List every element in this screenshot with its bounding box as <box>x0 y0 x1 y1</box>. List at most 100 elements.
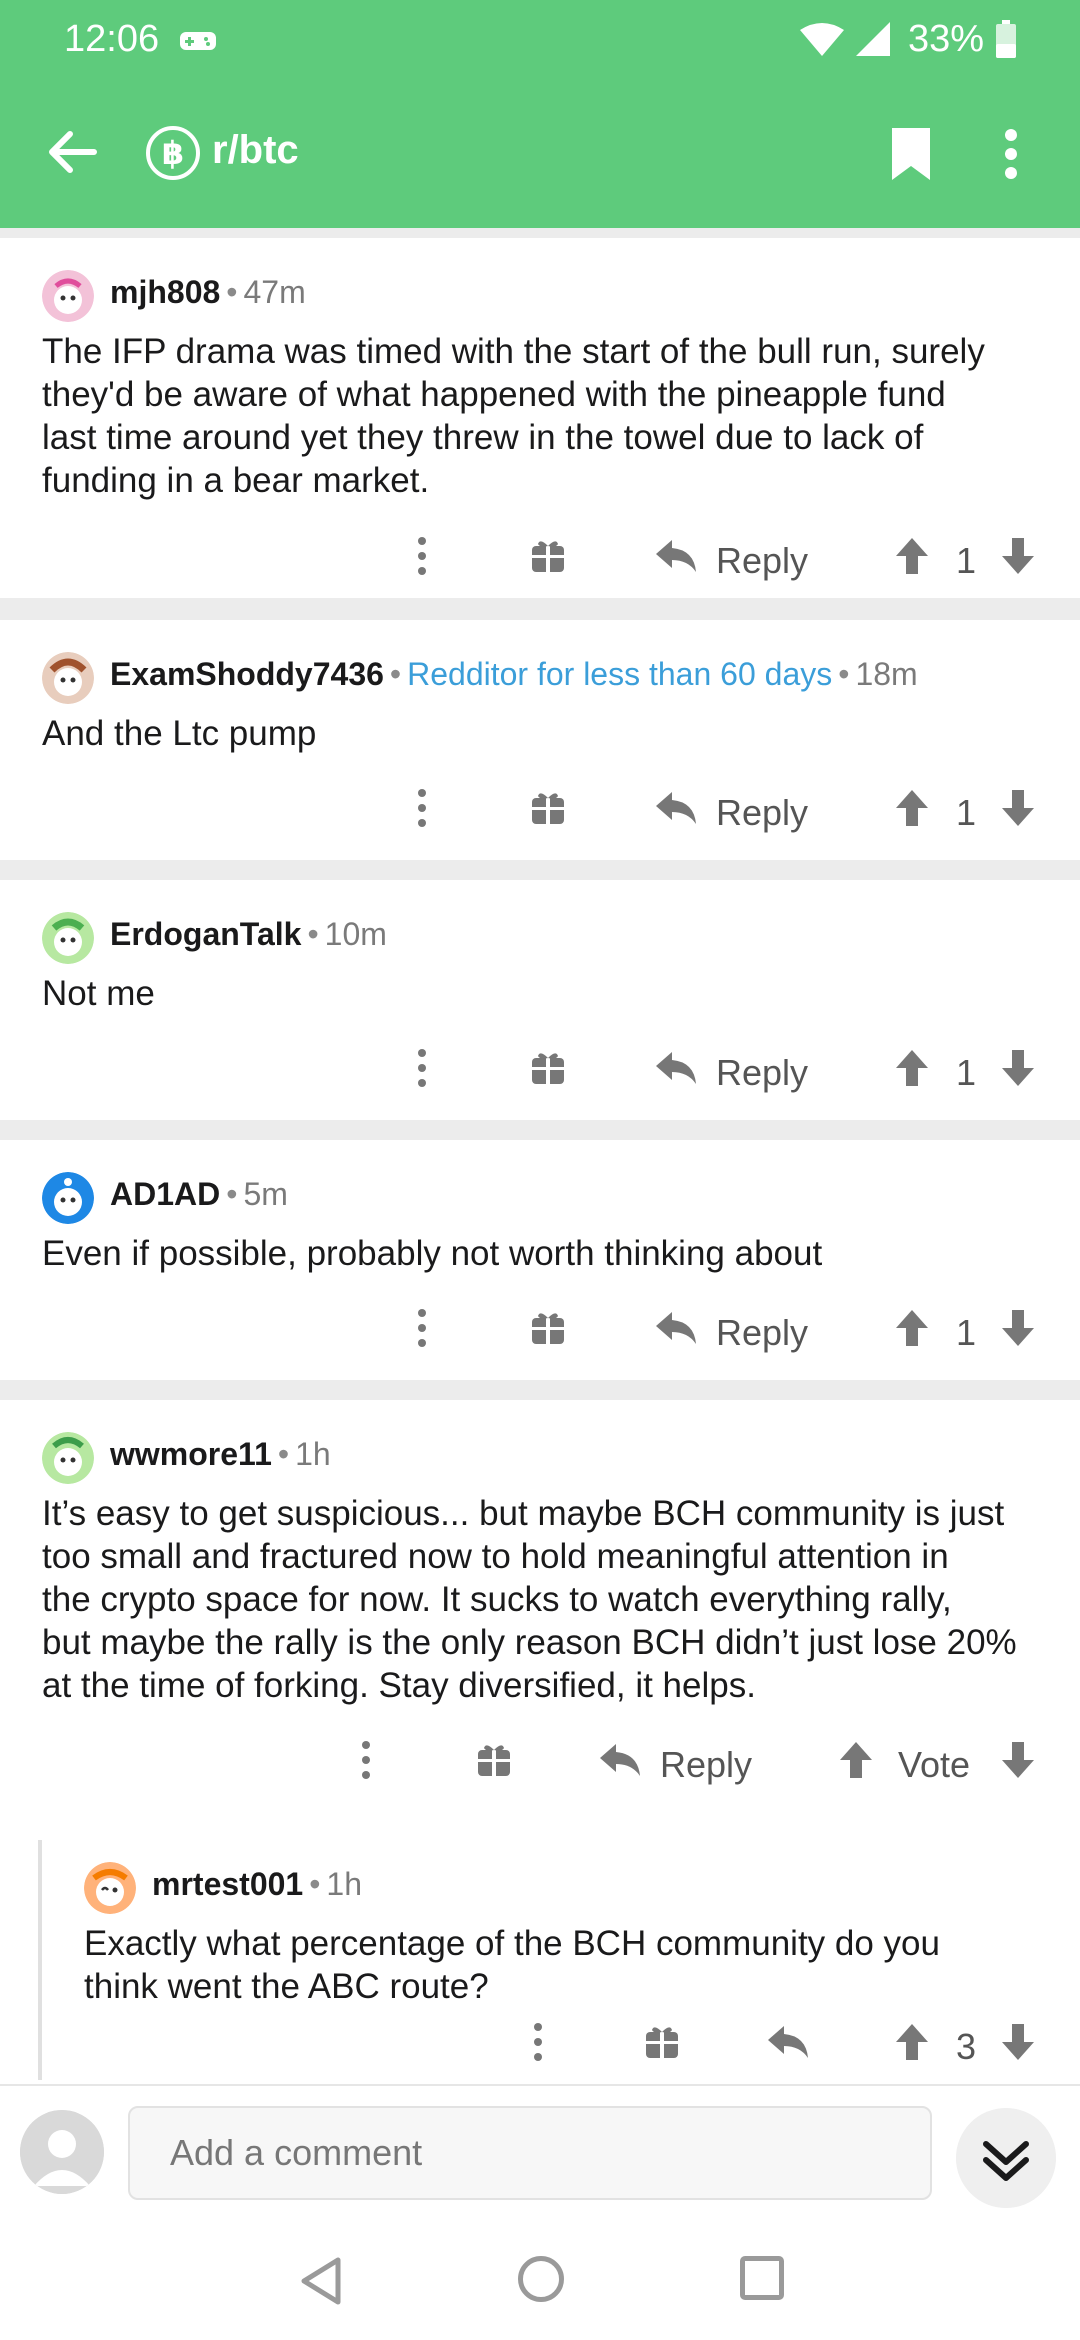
more-vertical-icon[interactable] <box>532 2022 544 2062</box>
gift-icon[interactable] <box>476 1742 512 1778</box>
reply-icon[interactable] <box>766 2024 810 2060</box>
comment-author[interactable]: mrtest001 <box>152 1866 303 1902</box>
comment-list[interactable]: mjh808 • 47m The IFP drama was timed with … <box>0 228 1080 2084</box>
downvote-icon[interactable] <box>1000 1308 1036 1348</box>
comment-line: Not me <box>42 974 155 1013</box>
comment-line: the crypto space for now. It sucks to wa… <box>42 1580 952 1619</box>
avatar[interactable] <box>42 1172 94 1224</box>
gift-icon[interactable] <box>530 1310 566 1346</box>
avatar[interactable] <box>84 1862 136 1914</box>
signal-icon <box>856 22 890 56</box>
collapse-chevron-icon[interactable] <box>956 2108 1056 2208</box>
reply-button[interactable]: Reply <box>716 1312 808 1354</box>
comment-actions: 3 <box>42 2022 1080 2082</box>
comment-line: but maybe the rally is the only reason B… <box>42 1623 1017 1662</box>
vote-label: Vote <box>898 1744 971 1785</box>
battery-icon <box>996 20 1016 58</box>
comment-body: The IFP drama was timed with the start o… <box>42 330 1062 502</box>
gift-icon[interactable] <box>530 538 566 574</box>
avatar[interactable] <box>42 270 94 322</box>
back-arrow-icon[interactable] <box>46 126 98 178</box>
comment: ExamShoddy7436 • Redditor for less than 60… <box>0 620 1080 860</box>
upvote-icon[interactable] <box>894 1308 930 1348</box>
comment-score: 1 <box>956 1052 977 1093</box>
gift-icon[interactable] <box>530 790 566 826</box>
reply-button[interactable]: Reply <box>716 540 808 582</box>
comment-time: 1h <box>295 1436 331 1472</box>
downvote-icon[interactable] <box>1000 788 1036 828</box>
comment-time: 47m <box>243 274 306 310</box>
game-controller-icon <box>180 32 216 50</box>
subreddit-name[interactable]: r/btc <box>212 128 299 173</box>
comment-actions: Reply 1 <box>0 1308 1080 1368</box>
reply-icon[interactable] <box>654 538 698 574</box>
comment-reply: mrtest001 • 1h Exactly what percentage of … <box>42 1830 1080 2084</box>
upvote-icon[interactable] <box>894 1048 930 1088</box>
comment-actions: Reply 1 <box>0 788 1080 848</box>
downvote-icon[interactable] <box>1000 2022 1036 2062</box>
nav-home-icon[interactable] <box>518 2256 564 2302</box>
more-vertical-icon[interactable] <box>416 536 428 576</box>
add-comment-input[interactable]: Add a comment <box>128 2106 932 2200</box>
comment: AD1AD • 5m Even if possible, probably not … <box>0 1140 1080 1380</box>
more-vertical-icon[interactable] <box>416 1308 428 1348</box>
comment-line: Even if possible, probably not worth thi… <box>42 1234 823 1273</box>
comment-author[interactable]: AD1AD <box>110 1176 220 1212</box>
comment-meta: mrtest001 • 1h <box>152 1866 362 1902</box>
nav-back-icon[interactable] <box>298 2256 346 2306</box>
comment-actions: Reply 1 <box>0 536 1080 596</box>
comment-time: 1h <box>326 1866 362 1902</box>
comment-time: 18m <box>855 656 918 692</box>
comment-line: It’s easy to get suspicious... but maybe… <box>42 1494 1005 1533</box>
reply-icon[interactable] <box>654 1050 698 1086</box>
comment-score: 3 <box>956 2026 977 2067</box>
comment-score: 1 <box>956 792 977 833</box>
comment-author[interactable]: ExamShoddy7436 <box>110 656 384 692</box>
comment: wwmore11 • 1h It’s easy to get suspicious.… <box>0 1400 1080 2084</box>
upvote-icon[interactable] <box>894 536 930 576</box>
reply-button[interactable]: Reply <box>716 1052 808 1094</box>
avatar[interactable] <box>42 912 94 964</box>
reply-icon[interactable] <box>654 1310 698 1346</box>
upvote-icon[interactable] <box>894 2022 930 2062</box>
reply-button[interactable]: Reply <box>660 1744 752 1786</box>
downvote-icon[interactable] <box>1000 536 1036 576</box>
upvote-icon[interactable] <box>894 788 930 828</box>
comment-line: last time around yet they threw in the t… <box>42 418 924 457</box>
system-nav-bar <box>0 2220 1080 2340</box>
user-avatar-icon[interactable] <box>20 2110 104 2194</box>
bookmark-icon[interactable] <box>888 126 934 182</box>
comment-author[interactable]: wwmore11 <box>110 1436 272 1472</box>
more-vertical-icon[interactable] <box>360 1740 372 1780</box>
more-vertical-icon[interactable] <box>416 1048 428 1088</box>
comment-line: they'd be aware of what happened with th… <box>42 375 946 414</box>
comment-author[interactable]: ErdoganTalk <box>110 916 301 952</box>
nav-recents-icon[interactable] <box>740 2256 784 2300</box>
comment-body: Exactly what percentage of the BCH commu… <box>84 1922 1044 2008</box>
more-vertical-icon[interactable] <box>1004 128 1018 180</box>
comment-line: Exactly what percentage of the BCH commu… <box>84 1924 940 1963</box>
battery-percent: 33% <box>908 18 985 60</box>
comment-author[interactable]: mjh808 <box>110 274 220 310</box>
avatar[interactable] <box>42 1432 94 1484</box>
reply-icon[interactable] <box>654 790 698 826</box>
status-bar: 12:06 33% <box>0 0 1080 80</box>
reply-button[interactable]: Reply <box>716 792 808 834</box>
downvote-icon[interactable] <box>1000 1740 1036 1780</box>
comment-line: at the time of forking. Stay diversified… <box>42 1666 756 1705</box>
upvote-icon[interactable] <box>838 1740 874 1780</box>
avatar[interactable] <box>42 652 94 704</box>
comment-meta: ExamShoddy7436 • Redditor for less than 60… <box>110 656 918 692</box>
more-vertical-icon[interactable] <box>416 788 428 828</box>
top-bar: 12:06 33% ฿ r/btc <box>0 0 1080 228</box>
reply-icon[interactable] <box>598 1742 642 1778</box>
comment-composer: Add a comment <box>0 2084 1080 2220</box>
gift-icon[interactable] <box>644 2024 680 2060</box>
downvote-icon[interactable] <box>1000 1048 1036 1088</box>
comment-body: And the Ltc pump <box>42 712 1062 755</box>
gift-icon[interactable] <box>530 1050 566 1086</box>
comment-meta: wwmore11 • 1h <box>110 1436 331 1472</box>
comment-actions: Reply 1 <box>0 1048 1080 1108</box>
app-bar: ฿ r/btc <box>0 100 1080 210</box>
comment-meta: ErdoganTalk • 10m <box>110 916 387 952</box>
